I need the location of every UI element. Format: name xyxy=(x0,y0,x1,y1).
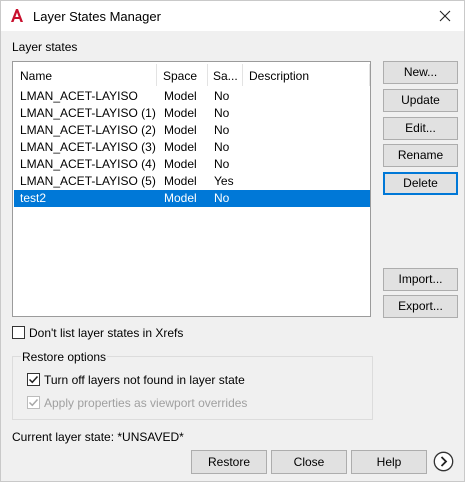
layer-state-name: LMAN_ACET-LAYISO (2) xyxy=(20,123,156,137)
table-row[interactable]: LMAN_ACET-LAYISO (3) Model No xyxy=(14,139,370,156)
table-row[interactable]: LMAN_ACET-LAYISO (5) Model Yes xyxy=(14,173,370,190)
layer-state-space: Model xyxy=(164,191,197,205)
table-row[interactable]: LMAN_ACET-LAYISO Model No xyxy=(14,88,370,105)
column-divider[interactable] xyxy=(369,64,370,86)
layer-state-space: Model xyxy=(164,89,197,103)
current-layer-state-status: Current layer state: *UNSAVED* xyxy=(12,430,184,444)
update-button[interactable]: Update xyxy=(383,89,458,112)
restore-options-label: Restore options xyxy=(21,350,108,364)
edit-button[interactable]: Edit... xyxy=(383,117,458,140)
column-divider[interactable] xyxy=(156,64,157,86)
layer-states-manager-dialog: Layer States Manager Layer states Name S… xyxy=(0,0,465,482)
turn-off-layers-label: Turn off layers not found in layer state xyxy=(44,373,245,387)
restore-button[interactable]: Restore xyxy=(191,450,267,474)
dont-list-xrefs-label: Don't list layer states in Xrefs xyxy=(29,326,184,340)
restore-options-group xyxy=(12,356,373,420)
import-button[interactable]: Import... xyxy=(383,268,458,291)
column-header-description[interactable]: Description xyxy=(249,69,309,83)
layer-states-label: Layer states xyxy=(12,40,78,54)
layer-state-saved: No xyxy=(214,123,230,137)
layer-state-name: LMAN_ACET-LAYISO (4) xyxy=(20,157,156,171)
close-button[interactable]: Close xyxy=(271,450,347,474)
layer-state-space: Model xyxy=(164,123,197,137)
column-header-space[interactable]: Space xyxy=(163,69,197,83)
dont-list-xrefs-checkbox[interactable] xyxy=(12,326,25,339)
apply-viewport-overrides-checkbox xyxy=(27,396,40,409)
layer-state-saved: Yes xyxy=(214,174,234,188)
help-button[interactable]: Help xyxy=(351,450,427,474)
layer-state-name: LMAN_ACET-LAYISO (3) xyxy=(20,140,156,154)
layer-state-space: Model xyxy=(164,174,197,188)
new-button[interactable]: New... xyxy=(383,61,458,84)
layer-state-saved: No xyxy=(214,140,230,154)
layer-state-saved: No xyxy=(214,157,230,171)
layer-state-space: Model xyxy=(164,140,197,154)
layer-state-name: LMAN_ACET-LAYISO (5) xyxy=(20,174,156,188)
layer-state-space: Model xyxy=(164,157,197,171)
turn-off-layers-checkbox[interactable] xyxy=(27,373,40,386)
table-row[interactable]: LMAN_ACET-LAYISO (4) Model No xyxy=(14,156,370,173)
layer-state-space: Model xyxy=(164,106,197,120)
layer-state-name: LMAN_ACET-LAYISO (1) xyxy=(20,106,156,120)
expand-chevron-icon[interactable] xyxy=(433,451,454,472)
delete-button[interactable]: Delete xyxy=(383,172,458,195)
checkmark-icon xyxy=(28,398,39,407)
table-row-selected[interactable]: test2 Model No xyxy=(14,190,370,207)
layer-state-saved: No xyxy=(214,191,230,205)
list-header: Name Space Sa... Description xyxy=(13,62,370,88)
column-divider[interactable] xyxy=(207,64,208,86)
column-divider[interactable] xyxy=(242,64,243,86)
layer-state-name: test2 xyxy=(20,191,47,205)
rename-button[interactable]: Rename xyxy=(383,144,458,167)
layer-state-saved: No xyxy=(214,89,230,103)
table-row[interactable]: LMAN_ACET-LAYISO (2) Model No xyxy=(14,122,370,139)
title-bar: Layer States Manager xyxy=(1,1,464,31)
column-header-name[interactable]: Name xyxy=(20,69,52,83)
close-icon[interactable] xyxy=(434,5,456,27)
checkmark-icon xyxy=(28,375,39,384)
table-row[interactable]: LMAN_ACET-LAYISO (1) Model No xyxy=(14,105,370,122)
layer-state-saved: No xyxy=(214,106,230,120)
export-button[interactable]: Export... xyxy=(383,295,458,318)
autocad-a-icon xyxy=(11,9,23,22)
layer-states-list[interactable]: Name Space Sa... Description LMAN_ACET-L… xyxy=(12,61,371,317)
column-header-saved[interactable]: Sa... xyxy=(213,69,238,83)
layer-state-name: LMAN_ACET-LAYISO xyxy=(20,89,138,103)
apply-viewport-overrides-label: Apply properties as viewport overrides xyxy=(44,396,248,410)
window-title: Layer States Manager xyxy=(33,9,161,24)
